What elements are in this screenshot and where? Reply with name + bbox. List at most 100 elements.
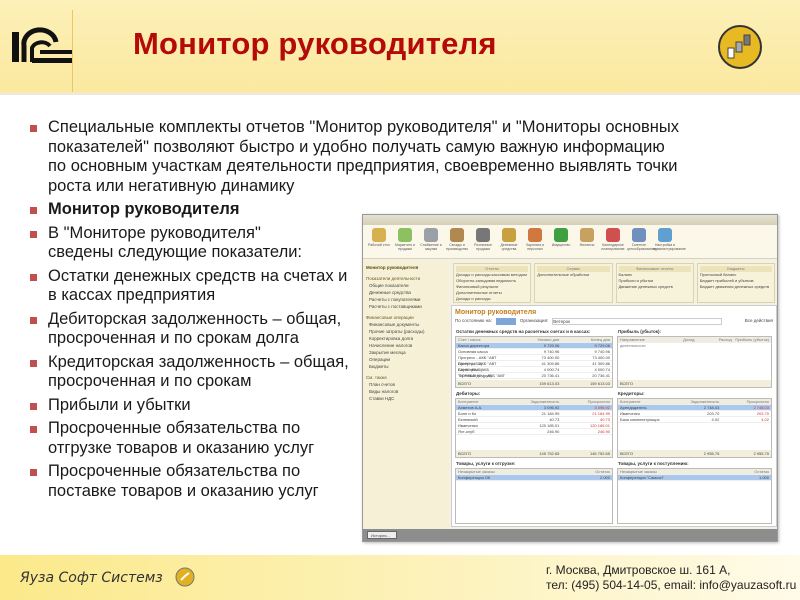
table-cell: 2.000 xyxy=(599,475,610,480)
toolbar-section-button[interactable]: Рабочий стол xyxy=(367,227,391,256)
section-label: Денежные средства xyxy=(500,243,518,251)
toolbar-section-button[interactable]: Маркетинг и продажи xyxy=(393,227,417,256)
nav-item[interactable]: Показатели деятельности xyxy=(366,275,446,282)
toolbar-section-button[interactable]: Денежные средства xyxy=(497,227,521,256)
section-icon xyxy=(450,228,464,242)
table-row[interactable]: Яхт-клуб 246.90 246.90 xyxy=(456,429,612,435)
all-actions-button[interactable]: Все действия xyxy=(745,318,773,325)
nav-item[interactable]: Финансовые документы xyxy=(366,321,446,328)
table-cell: 3 096.92 xyxy=(594,405,611,410)
column-header: Просрочено xyxy=(587,399,611,404)
company-logo-icon xyxy=(175,567,195,587)
table-row[interactable]: Конференция "Самсон" 1.000 xyxy=(618,475,771,481)
table-cell: Конференция ОК xyxy=(458,475,491,480)
table-cell: Яхт-клуб xyxy=(458,429,475,434)
nav-item[interactable]: Корректировка долга xyxy=(366,335,446,342)
menu-link[interactable]: Доходы и расходы xyxy=(456,296,528,302)
nav-item[interactable]: Начисление налогов xyxy=(366,342,446,349)
table-total-row: ВСЕГО 2 955.75 2 955.75 xyxy=(618,450,771,457)
table-total-row: ВСЕГО 159 613.03 159 613.03 xyxy=(456,380,612,387)
column-header: Просрочено xyxy=(746,399,770,404)
slide-footer: Яуза Софт Системз г. Москва, Дмитровское… xyxy=(0,555,800,600)
date-field[interactable] xyxy=(495,318,516,325)
table-cell: Сервисник - АКБ "ТОРГБАНК" (руб) xyxy=(458,367,492,378)
toolbar-section-button[interactable]: Снабжение и закупки xyxy=(419,227,443,256)
menu-group: Сервис Дополнительные обработки xyxy=(534,263,613,303)
menu-link[interactable]: Дополнительные обработки xyxy=(537,272,609,278)
cash-table: Остатки денежных средств на расчетных сч… xyxy=(455,329,613,388)
history-button[interactable]: История... xyxy=(367,531,397,539)
bullet-list: Специальные комплекты отчетов "Монитор р… xyxy=(30,118,679,505)
toolbar-section-button[interactable]: Розничные продажи xyxy=(471,227,495,256)
nav-item[interactable]: Виды налогов xyxy=(366,388,446,395)
company-name: Яуза Софт Системз xyxy=(20,570,163,586)
table-cell: 73 400.00 xyxy=(541,355,560,360)
nav-item[interactable]: Закрытие месяца xyxy=(366,349,446,356)
nav-item[interactable]: Расчеты с поставщиками xyxy=(366,303,446,310)
total-cell: ВСЕГО xyxy=(458,451,472,456)
nav-item[interactable]: Операции xyxy=(366,356,446,363)
table-cell: 9 729.06 xyxy=(594,343,611,348)
nav-item[interactable]: Ставки НДС xyxy=(366,395,446,402)
table-cell: 9 740.96 xyxy=(594,349,611,354)
menu-link[interactable]: Движение денежных средств xyxy=(619,284,691,290)
table-cell: Касса директора xyxy=(458,343,490,348)
total-cell: 159 613.03 xyxy=(589,381,611,386)
table-row[interactable]: База комплектующих 4.02 4.02 xyxy=(618,417,771,423)
table-cell: База комплектующих xyxy=(620,417,660,422)
section-icon xyxy=(606,228,620,242)
table-row[interactable]: Торговый дом - АКБ "АВТ БАНК" (руб) 20 73… xyxy=(456,373,612,384)
table-row[interactable]: Конференция ОК 2.000 xyxy=(456,475,612,481)
table-total-row: ВСЕГО xyxy=(618,380,771,387)
bullet-heading: Монитор руководителя xyxy=(30,200,380,220)
section-label: Настройка и администрирование xyxy=(653,243,686,251)
table-cell: 40.73 xyxy=(549,417,560,422)
table-cell: Иванченко xyxy=(458,423,478,428)
nav-item[interactable]: Денежные средства xyxy=(366,289,446,296)
table-cell: 4.02 xyxy=(761,417,770,422)
menu-link[interactable]: Бюджет движения денежных средств xyxy=(700,284,772,290)
column-header: Прибыль (убыток) xyxy=(735,337,769,342)
table-cell: 120 185.01 xyxy=(589,423,611,428)
section-icon xyxy=(372,228,386,242)
section-label: Рабочий стол xyxy=(368,243,390,247)
nav-item[interactable]: Расчеты с покупателями xyxy=(366,296,446,303)
table-cell: 21 184.99 xyxy=(592,411,611,416)
toolbar-section-button[interactable]: Зарплата и персонал xyxy=(523,227,547,256)
column-header: Начало дня xyxy=(537,337,560,342)
actions-panel: Отчеты Доходы и расходы кассовым методом О… xyxy=(451,261,777,305)
table-cell: 21 184.99 xyxy=(541,411,560,416)
nav-item[interactable]: План счетов xyxy=(366,381,446,388)
nav-item[interactable]: Общие показатели xyxy=(366,282,446,289)
bullet-item: Кредиторская задолженность – общая, прос… xyxy=(30,353,350,392)
nav-item[interactable]: Бюджеты xyxy=(366,363,446,370)
nav-item[interactable]: Финансовые операции xyxy=(366,314,446,321)
debtors-table: Дебиторы: Контрагент Задолженность Просроче… xyxy=(455,391,613,458)
org-field[interactable]: Ветерок xyxy=(552,318,723,325)
section-icon xyxy=(658,228,672,242)
monitor-form: Монитор руководителя По состоянию на: Ор… xyxy=(451,305,777,527)
table-cell: 9 729.06 xyxy=(543,343,560,348)
app-screenshot: Рабочий стол Маркетинг и продажи Снабжение… xyxy=(362,214,778,542)
section-icon xyxy=(528,228,542,242)
column-header: Контрагент xyxy=(620,399,641,404)
nav-item[interactable]: Прочие затраты (расходы) xyxy=(366,328,446,335)
table-cell: Конференция "Самсон" xyxy=(620,475,664,480)
toolbar-section-button[interactable]: Склады и производство xyxy=(445,227,469,256)
table-caption: Товары, услуги к отгрузке: xyxy=(456,461,516,466)
table-cell: Основная касса xyxy=(458,349,488,354)
table-caption: Дебиторы: xyxy=(456,391,481,396)
menu-group: Отчеты Доходы и расходы кассовым методом О… xyxy=(453,263,532,303)
nav-item[interactable]: См. также xyxy=(366,374,446,381)
table-cell: 2 748.03 xyxy=(753,405,770,410)
toolbar-section-button[interactable]: Сметное ценообразование xyxy=(627,227,656,256)
toolbar-section-button[interactable]: Настройка и администрирование xyxy=(653,227,686,256)
toolbar-section-button[interactable]: Финансы xyxy=(575,227,599,256)
section-label: Сметное ценообразование xyxy=(627,243,656,251)
table-cell: 9 740.96 xyxy=(543,349,560,354)
table-cell: 203.70 xyxy=(707,411,720,416)
toolbar-section-button[interactable]: Имущество xyxy=(549,227,573,256)
toolbar-section-button[interactable]: Календарное планирование xyxy=(601,227,625,256)
creditors-table: Кредиторы: Контрагент Задолженность Просроч… xyxy=(617,391,772,458)
column-header: Конец дня xyxy=(590,337,611,342)
